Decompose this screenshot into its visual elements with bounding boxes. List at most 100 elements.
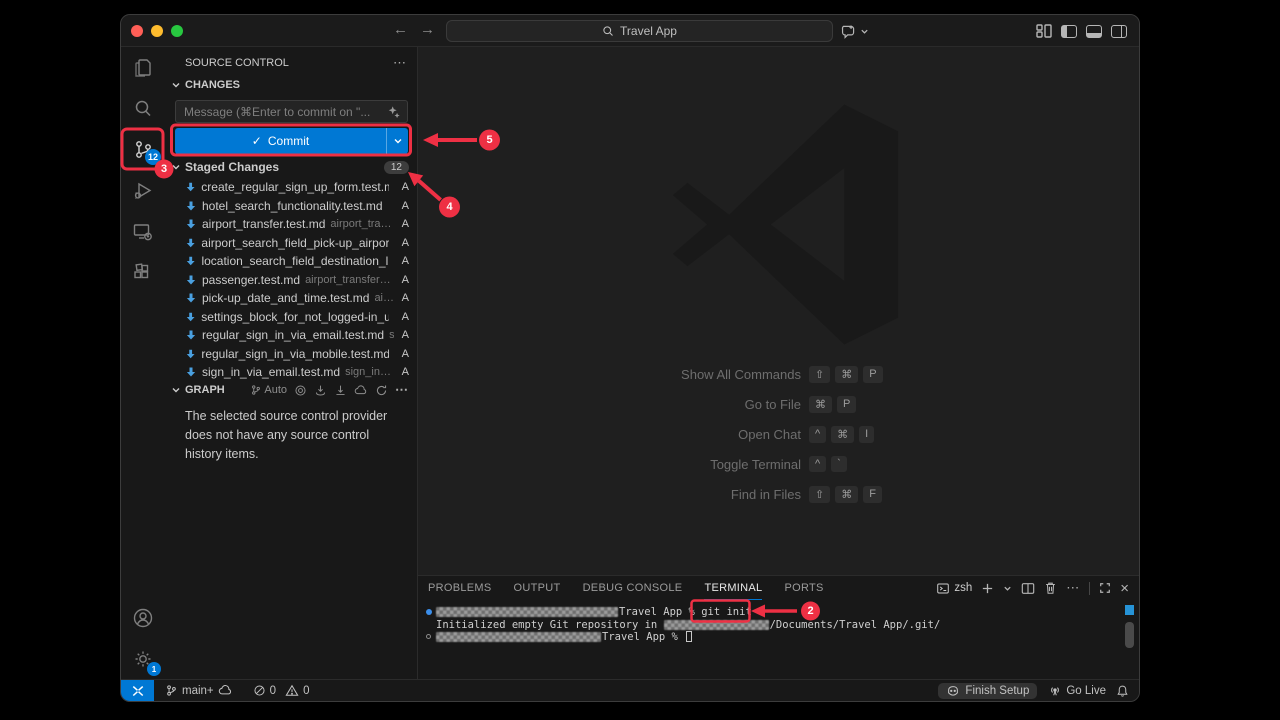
split-terminal-icon[interactable] [1021,582,1035,595]
staged-changes-header[interactable]: Staged Changes 12 [171,160,409,174]
tab-ports[interactable]: PORTS [784,576,823,600]
file-name: regular_sign_in_via_mobile.test.md... [201,347,389,361]
remote-icon [131,684,145,698]
new-terminal-icon[interactable] [981,582,994,595]
toggle-secondary-sidebar-icon[interactable] [1111,25,1127,38]
target-icon[interactable] [294,384,307,397]
remote-indicator[interactable] [121,680,154,701]
cloud-icon[interactable] [354,384,368,397]
changes-section-header[interactable]: CHANGES [171,79,240,91]
command-center-search[interactable]: Travel App [446,20,833,42]
refresh-icon[interactable] [375,384,388,397]
graph-section-header[interactable]: GRAPH Auto ⋯ [171,382,409,398]
file-name: passenger.test.md [202,273,300,287]
pull-icon[interactable] [334,384,347,397]
go-live-label: Go Live [1066,685,1106,697]
graph-empty-message: The selected source control provider doe… [185,407,407,464]
nav-forward-icon[interactable]: → [420,21,435,38]
activity-source-control[interactable]: 12 [121,129,165,170]
file-row[interactable]: airport_search_field_pick-up_airpor...A [165,234,417,253]
file-row[interactable]: pick-up_date_and_time.test.mdairp...A [165,289,417,308]
file-name: location_search_field_destination_l... [201,254,389,268]
tab-terminal[interactable]: TERMINAL [704,576,762,600]
activity-explorer[interactable] [121,47,165,88]
panel-more-icon[interactable]: ⋯ [1066,580,1080,596]
chevron-down-icon[interactable] [1003,584,1012,593]
branch-name: main+ [182,685,214,697]
file-row[interactable]: regular_sign_in_via_mobile.test.md...A [165,345,417,364]
git-status-added: A [399,311,409,323]
editor-shortcut-hints: Show All Commands ⇧⌘P Go to File ⌘P Open… [418,359,1139,509]
file-name: sign_in_via_email.test.md [202,365,340,379]
file-row[interactable]: sign_in_via_email.test.mdsign_in_fo...A [165,363,417,382]
toggle-panel-icon[interactable] [1086,25,1102,38]
markdown-file-icon [185,311,196,323]
chat-toggle[interactable] [840,15,869,47]
terminal-scrollbar[interactable] [1125,622,1134,648]
graph-label: GRAPH [185,384,225,396]
activity-extensions[interactable] [121,252,165,293]
activity-search[interactable] [121,88,165,129]
chat-icon [840,23,857,40]
file-row[interactable]: settings_block_for_not_logged-in_u...A [165,308,417,327]
sparkle-icon[interactable] [387,105,401,119]
nav-back-icon[interactable]: ← [393,21,408,38]
shortcut-label: Open Chat [418,427,801,442]
markdown-file-icon [185,200,197,212]
file-folder-hint: airport_trans... [330,218,394,230]
finish-setup-button[interactable]: Finish Setup [938,683,1037,699]
activity-settings[interactable]: 1 [121,638,165,679]
file-row[interactable]: create_regular_sign_up_form.test.mdA [165,178,417,197]
graph-more-icon[interactable]: ⋯ [395,382,409,398]
commit-message-input[interactable] [175,100,408,123]
branch-status[interactable]: main+ [160,680,238,701]
terminal-line: Initialized empty Git repository in /Doc… [426,618,1123,630]
file-row[interactable]: regular_sign_in_via_email.test.mdsi...A [165,326,417,345]
git-status-added: A [399,255,409,267]
tab-output[interactable]: OUTPUT [514,576,561,600]
file-row[interactable]: location_search_field_destination_l... A [165,252,417,271]
graph-auto-toggle[interactable]: Auto [250,384,287,396]
search-icon [131,97,155,121]
trash-icon[interactable] [1044,581,1057,595]
markdown-file-icon [185,292,197,304]
problems-status[interactable]: 0 0 [248,680,315,701]
maximize-panel-icon[interactable] [1099,582,1111,594]
tab-debug-console[interactable]: DEBUG CONSOLE [583,576,683,600]
toggle-primary-sidebar-icon[interactable] [1061,25,1077,38]
activity-remote-explorer[interactable] [121,211,165,252]
activity-run-debug[interactable] [121,170,165,211]
go-live-button[interactable]: Go Live [1043,680,1111,701]
file-row[interactable]: hotel_search_functionality.test.mdA [165,197,417,216]
commit-dropdown[interactable] [386,128,408,154]
branch-icon [165,684,178,697]
tab-problems[interactable]: PROBLEMS [428,576,492,600]
key-shift: ⇧ [809,366,830,383]
markdown-file-icon [185,348,196,360]
markdown-file-icon [185,255,196,267]
publish-cloud-icon [218,684,233,697]
minimize-window-button[interactable] [151,25,163,37]
error-count: 0 [270,685,276,697]
file-row[interactable]: passenger.test.mdairport_transfer_s...A [165,271,417,290]
notifications-button[interactable] [1111,680,1139,701]
git-output-pre: Initialized empty Git repository in [436,619,664,631]
customize-layout-icon[interactable] [1036,24,1052,38]
vscode-logo-watermark [663,102,908,347]
file-row[interactable]: airport_transfer.test.mdairport_trans...… [165,215,417,234]
shortcut-label: Toggle Terminal [418,457,801,472]
sidebar-title: SOURCE CONTROL [185,57,289,69]
markdown-file-icon [185,329,197,341]
shell-selector[interactable]: zsh [936,582,972,595]
file-name: regular_sign_in_via_email.test.md [202,328,384,342]
close-panel-icon[interactable]: × [1120,581,1129,596]
zoom-window-button[interactable] [171,25,183,37]
close-window-button[interactable] [131,25,143,37]
terminal-content[interactable]: Travel App % git init Initialized empty … [418,602,1123,679]
activity-account[interactable] [121,597,165,638]
file-folder-hint: airp... [374,292,394,304]
commit-button[interactable]: ✓ Commit [175,128,408,154]
staged-label: Staged Changes [185,160,279,174]
fetch-icon[interactable] [314,384,327,397]
more-actions-icon[interactable]: ⋯ [393,55,407,71]
